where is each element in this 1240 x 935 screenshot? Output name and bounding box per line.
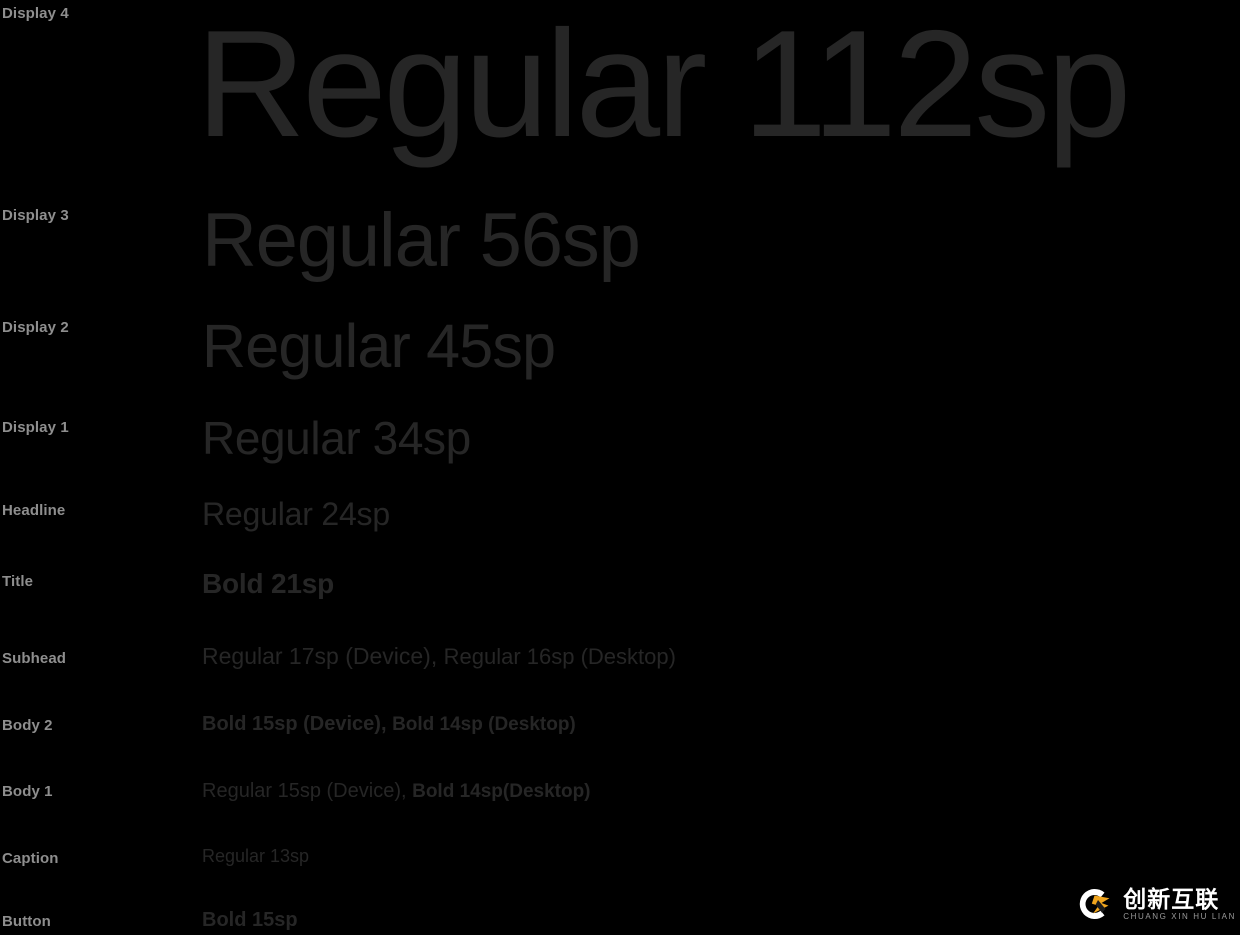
row-label-subhead: Subhead [2, 650, 67, 667]
sample-segment-b: Bold 14sp(Desktop) [412, 781, 591, 802]
sample-segment-a: Bold 15sp (Device), [202, 713, 393, 735]
sample-segment-b: Bold 14sp (Desktop) [392, 714, 576, 735]
brand-watermark: 创新互联 CHUANG XIN HU LIAN [1075, 881, 1236, 927]
row-label-display-1: Display 1 [2, 419, 69, 436]
sample-segment-a: Regular 112sp [196, 0, 1131, 169]
typography-scale: Display 4 Regular 112sp Display 3 Regula… [0, 0, 1240, 935]
row-sample-body-2: Bold 15sp (Device), Bold 14sp (Desktop) [202, 714, 576, 734]
row-label-title: Title [2, 573, 34, 590]
row-label-caption: Caption [2, 850, 59, 867]
row-sample-body-1: Regular 15sp (Device), Bold 14sp(Desktop… [202, 781, 591, 801]
row-sample-subhead: Regular 17sp (Device), Regular 16sp (Des… [202, 645, 676, 668]
sample-segment-a: Regular 45sp [202, 312, 556, 380]
row-label-display-4: Display 4 [2, 5, 69, 22]
row-sample-title: Bold 21sp [202, 570, 334, 598]
brand-name-pinyin: CHUANG XIN HU LIAN [1123, 911, 1236, 921]
row-sample-button: Bold 15sp [202, 910, 298, 930]
row-label-headline: Headline [2, 502, 66, 519]
row-label-body-2: Body 2 [2, 717, 53, 734]
sample-segment-a: Bold 15sp [202, 909, 298, 931]
sample-segment-a: Regular 15sp (Device), [202, 780, 413, 802]
sample-segment-a: Bold 21sp [202, 568, 335, 599]
brand-text: 创新互联 CHUANG XIN HU LIAN [1123, 885, 1236, 921]
row-label-button: Button [2, 913, 51, 930]
row-sample-display-4: Regular 112sp [196, 8, 1131, 160]
row-label-display-3: Display 3 [2, 207, 69, 224]
sample-segment-a: Regular 13sp [202, 846, 310, 866]
chuangxin-c-bolt-logo-icon [1075, 884, 1115, 924]
row-sample-caption: Regular 13sp [202, 847, 309, 865]
brand-name-cn: 创新互联 [1123, 885, 1220, 912]
sample-segment-b: Regular 16sp (Desktop) [443, 644, 676, 669]
row-sample-display-3: Regular 56sp [202, 203, 641, 279]
sample-segment-a: Regular 17sp (Device), [202, 643, 444, 669]
sample-segment-a: Regular 56sp [202, 198, 641, 283]
sample-segment-a: Regular 24sp [202, 496, 390, 532]
row-sample-display-2: Regular 45sp [202, 316, 556, 377]
row-label-display-2: Display 2 [2, 319, 69, 336]
row-sample-display-1: Regular 34sp [202, 415, 471, 461]
sample-segment-a: Regular 34sp [202, 412, 471, 464]
row-sample-headline: Regular 24sp [202, 498, 390, 530]
row-label-body-1: Body 1 [2, 783, 53, 800]
